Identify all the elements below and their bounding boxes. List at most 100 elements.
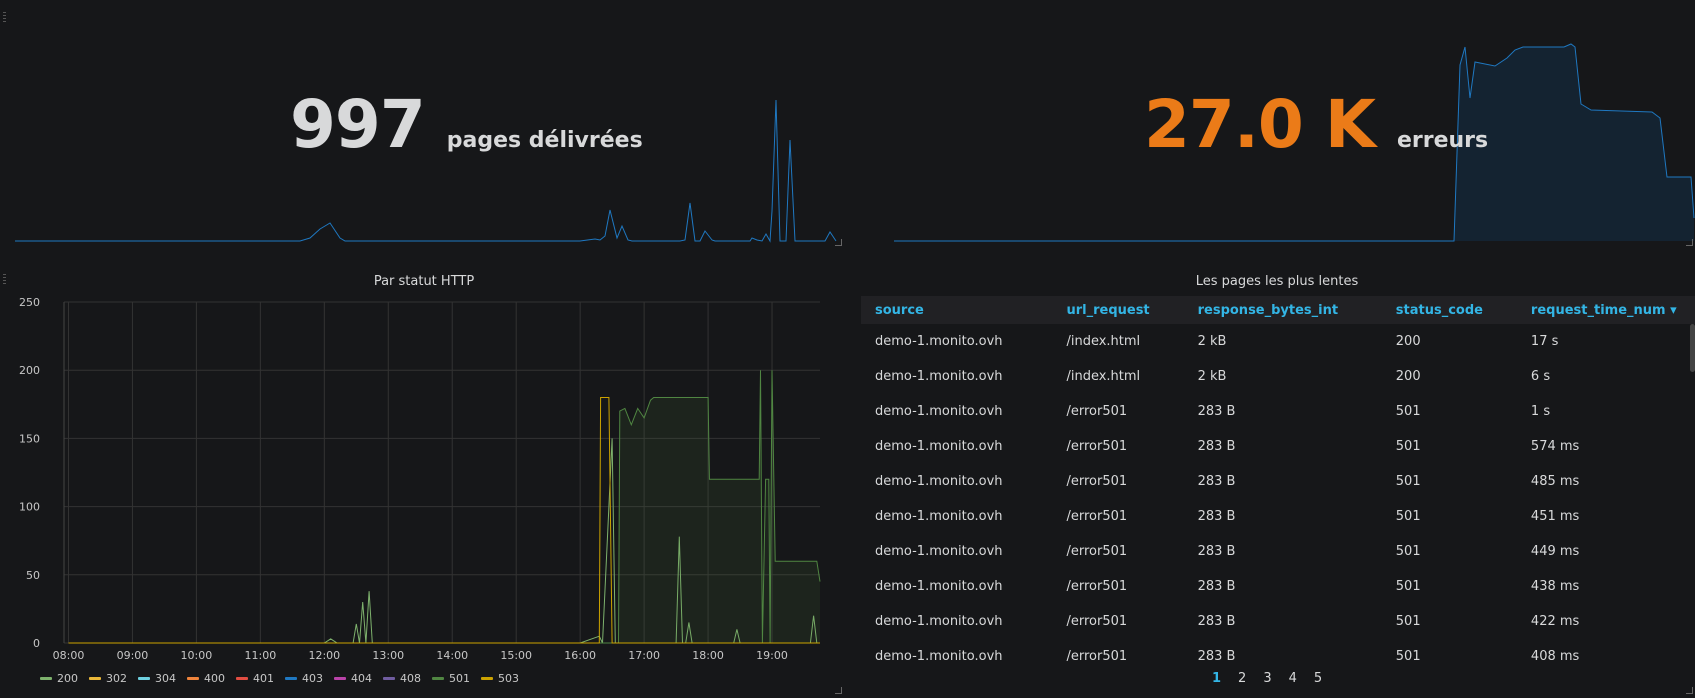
page-link-5[interactable]: 5: [1314, 671, 1322, 686]
page-link-1[interactable]: 1: [1212, 671, 1221, 686]
table-cell-url-request: /error501: [1066, 614, 1128, 629]
table-row: demo-1.monito.ovh/error501 283 B 501 408 ms: [861, 639, 1695, 674]
resize-handle-icon[interactable]: [835, 687, 842, 694]
legend-item-304[interactable]: 304: [138, 672, 176, 685]
table-row: demo-1.monito.ovh/error501 283 B 501 485 ms: [861, 464, 1695, 499]
legend-item-302[interactable]: 302: [89, 672, 127, 685]
x-tick-label: 10:00: [181, 649, 213, 662]
legend-label: 400: [204, 672, 225, 685]
legend-swatch: [187, 677, 199, 680]
table-cell-source: demo-1.monito.ovh: [875, 614, 1003, 629]
stat-panel-errors: 27.0 K erreurs: [859, 0, 1695, 252]
table-cell-status-code: 501: [1395, 439, 1421, 454]
table-cell-status-code: 501: [1395, 579, 1421, 594]
chart-plot[interactable]: 250 200 150 100 50 0 08:00 09:00 10:00 11:00 12:00…: [0, 262, 848, 682]
table-cell-request-time-num: 574 ms: [1530, 439, 1580, 454]
y-tick-label: 100: [19, 501, 40, 514]
chart-legend: 200 302 304 400 401 403 404 408 501 503: [40, 672, 530, 685]
table-cell-source: demo-1.monito.ovh: [875, 509, 1003, 524]
table-cell-request-time-num: 451 ms: [1530, 509, 1580, 524]
resize-handle-icon[interactable]: [1686, 239, 1693, 246]
legend-swatch: [432, 677, 444, 680]
table-pagination: 1 2 3 4 5: [1212, 671, 1322, 686]
x-tick-label: 17:00: [628, 649, 660, 662]
table-cell-request-time-num: 449 ms: [1530, 544, 1580, 559]
legend-item-404[interactable]: 404: [334, 672, 372, 685]
x-tick-label: 15:00: [500, 649, 532, 662]
stat-unit: erreurs: [1396, 128, 1489, 153]
x-tick-label: 12:00: [308, 649, 340, 662]
resize-handle-icon[interactable]: [835, 239, 842, 246]
table-cell-source: demo-1.monito.ovh: [875, 369, 1003, 384]
stat-number: 997: [290, 86, 426, 163]
legend-label: 403: [302, 672, 323, 685]
table-cell-status-code: 200: [1395, 334, 1421, 349]
table-cell-request-time-num: 1 s: [1530, 404, 1551, 419]
column-header-response-bytes-int[interactable]: response_bytes_int: [1183, 296, 1382, 324]
y-tick-label: 150: [19, 432, 40, 445]
table-cell-request-time-num: 17 s: [1530, 334, 1559, 349]
table-cell-url-request: /error501: [1066, 474, 1128, 489]
legend-item-408[interactable]: 408: [383, 672, 421, 685]
legend-label: 404: [351, 672, 372, 685]
table-cell-response-bytes-int: 283 B: [1197, 439, 1236, 454]
table-header-row: source url_request response_bytes_int statu…: [861, 296, 1695, 324]
table-cell-status-code: 501: [1395, 544, 1421, 559]
legend-item-503[interactable]: 503: [481, 672, 519, 685]
table-cell-status-code: 200: [1395, 369, 1421, 384]
table-cell-response-bytes-int: 2 kB: [1197, 334, 1227, 349]
legend-label: 503: [498, 672, 519, 685]
table-cell-response-bytes-int: 2 kB: [1197, 369, 1227, 384]
stat-unit: pages délivrées: [446, 128, 643, 153]
legend-item-403[interactable]: 403: [285, 672, 323, 685]
table-cell-url-request: /error501: [1066, 439, 1128, 454]
table-cell-source: demo-1.monito.ovh: [875, 439, 1003, 454]
table-cell-source: demo-1.monito.ovh: [875, 334, 1003, 349]
y-tick-label: 200: [19, 364, 40, 377]
table-cell-request-time-num: 485 ms: [1530, 474, 1580, 489]
column-header-status-code[interactable]: status_code: [1381, 296, 1517, 324]
page-link-2[interactable]: 2: [1238, 671, 1246, 686]
column-header-url-request[interactable]: url_request: [1052, 296, 1184, 324]
slow-pages-table: source url_request response_bytes_int statu…: [861, 296, 1695, 674]
table-cell-source: demo-1.monito.ovh: [875, 579, 1003, 594]
x-tick-label: 09:00: [117, 649, 149, 662]
table-cell-status-code: 501: [1395, 509, 1421, 524]
table-row: demo-1.monito.ovh/error501 283 B 501 1 s: [861, 394, 1695, 429]
table-cell-url-request: /error501: [1066, 544, 1128, 559]
table-cell-url-request: /error501: [1066, 649, 1128, 664]
legend-item-401[interactable]: 401: [236, 672, 274, 685]
table-cell-source: demo-1.monito.ovh: [875, 404, 1003, 419]
column-header-source[interactable]: source: [861, 296, 1053, 324]
table-title[interactable]: Les pages les plus lentes: [859, 274, 1695, 289]
x-tick-label: 16:00: [564, 649, 596, 662]
table-cell-source: demo-1.monito.ovh: [875, 474, 1003, 489]
table-cell-response-bytes-int: 283 B: [1197, 614, 1236, 629]
table-cell-url-request: /index.html: [1066, 369, 1141, 384]
resize-handle-icon[interactable]: [1686, 687, 1693, 694]
table-cell-response-bytes-int: 283 B: [1197, 404, 1236, 419]
page-link-3[interactable]: 3: [1263, 671, 1271, 686]
column-header-request-time-num[interactable]: request_time_num ▾: [1516, 296, 1695, 324]
legend-swatch: [236, 677, 248, 680]
page-link-4[interactable]: 4: [1289, 671, 1297, 686]
table-cell-response-bytes-int: 283 B: [1197, 474, 1236, 489]
x-tick-label: 18:00: [692, 649, 724, 662]
table-cell-request-time-num: 6 s: [1530, 369, 1551, 384]
x-tick-label: 14:00: [436, 649, 468, 662]
table-cell-url-request: /error501: [1066, 579, 1128, 594]
legend-item-400[interactable]: 400: [187, 672, 225, 685]
y-tick-label: 250: [19, 296, 40, 309]
legend-item-200[interactable]: 200: [40, 672, 78, 685]
stat-panel-pages: 997 pages délivrées: [0, 0, 848, 252]
table-cell-status-code: 501: [1395, 649, 1421, 664]
legend-swatch: [138, 677, 150, 680]
legend-label: 401: [253, 672, 274, 685]
legend-item-501[interactable]: 501: [432, 672, 470, 685]
x-tick-label: 08:00: [53, 649, 85, 662]
legend-label: 501: [449, 672, 470, 685]
table-row: demo-1.monito.ovh/error501 283 B 501 449 ms: [861, 534, 1695, 569]
legend-label: 408: [400, 672, 421, 685]
table-cell-url-request: /error501: [1066, 404, 1128, 419]
legend-swatch: [481, 677, 493, 680]
